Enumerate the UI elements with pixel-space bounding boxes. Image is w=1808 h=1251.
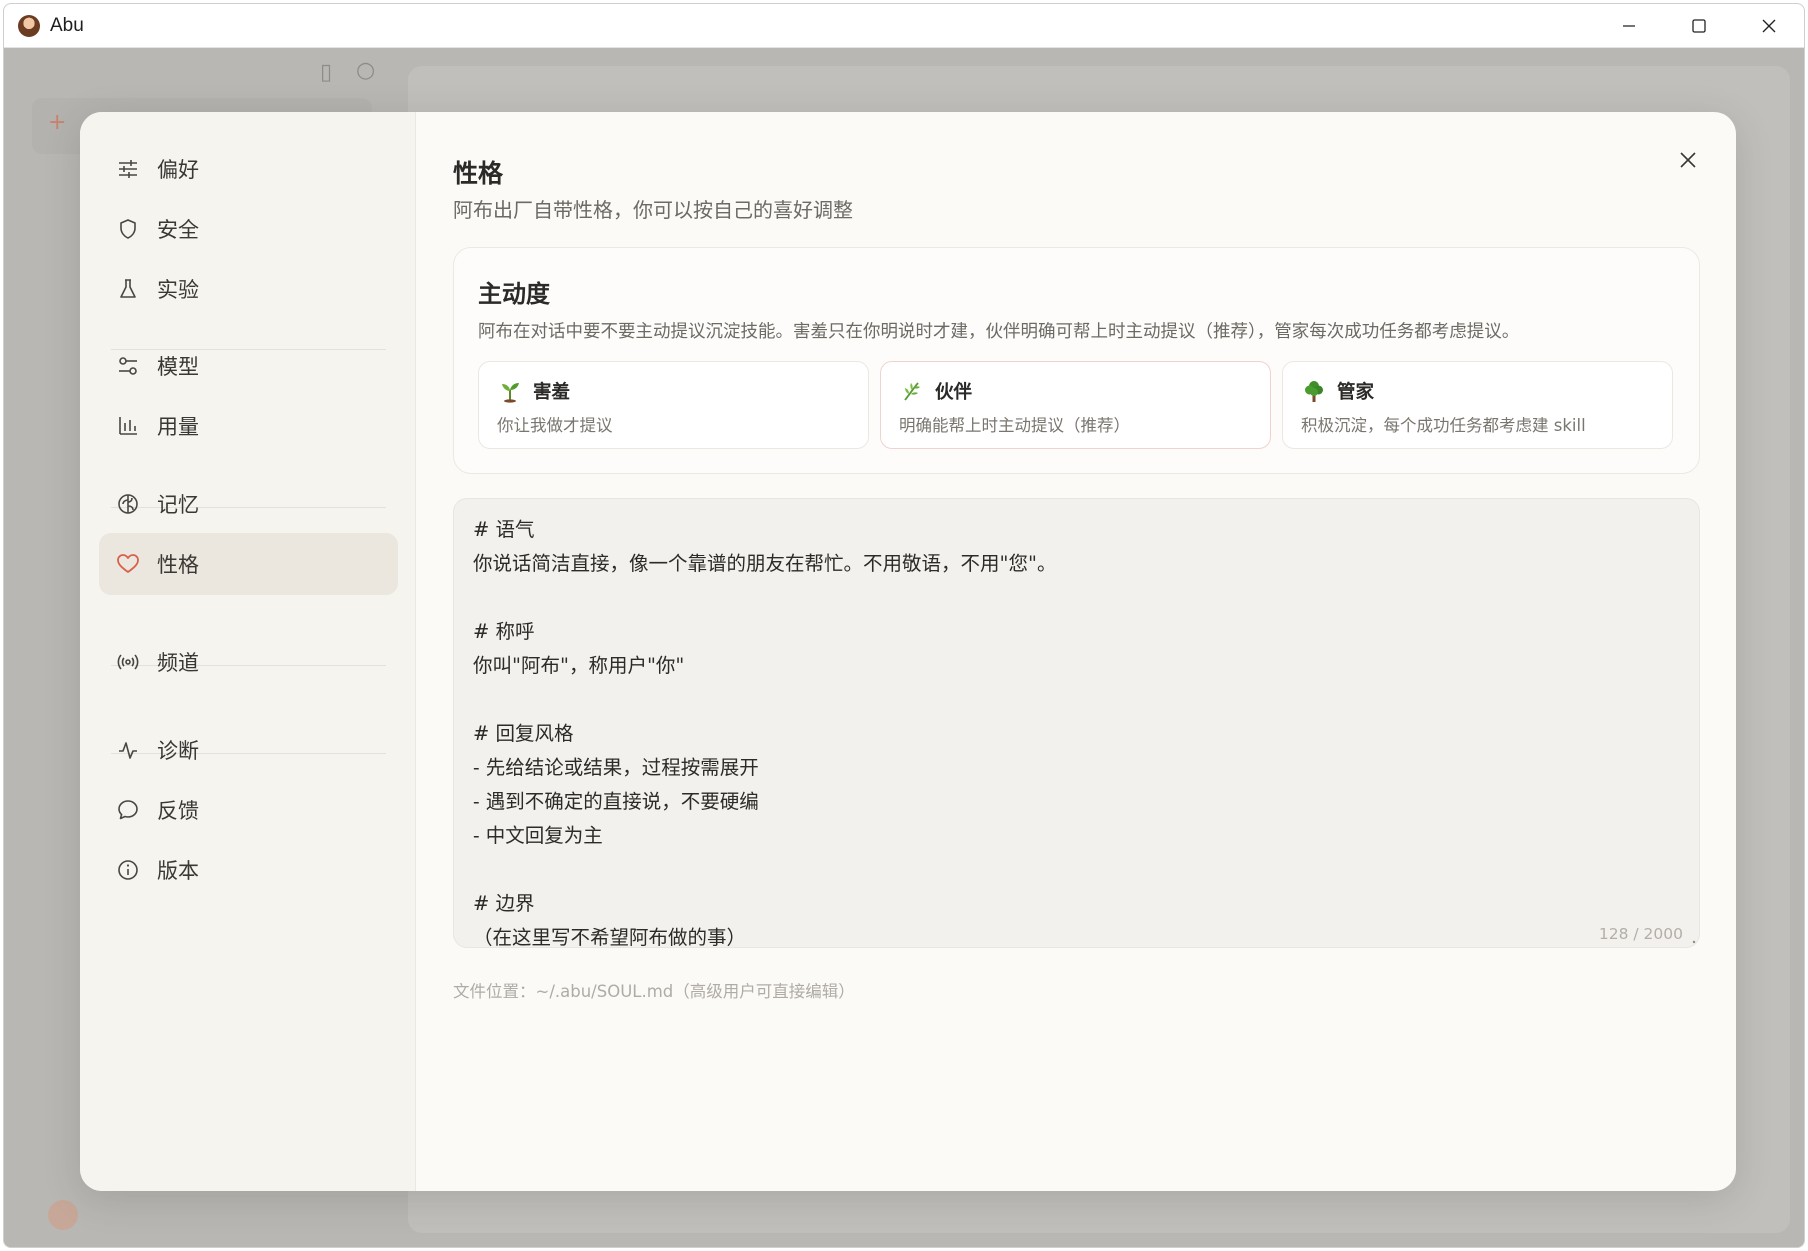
option-description: 你让我做才提议	[497, 416, 613, 435]
close-modal-button[interactable]	[1670, 142, 1706, 178]
editor-content: # 语气你说话简洁直接，像一个靠谱的朋友在帮忙。不用敬语，不用"您"。 # 称呼你…	[473, 513, 1057, 948]
window-controls	[1594, 4, 1804, 48]
nav-item-feedback[interactable]: 反馈	[99, 779, 398, 841]
title-bar: Abu	[4, 4, 1804, 48]
nav-label: 诊断	[157, 739, 199, 763]
personality-page: 性格 阿布出厂自带性格，你可以按自己的喜好调整 主动度 阿布在对话中要不要主动提…	[416, 112, 1736, 1191]
nav-item-channels[interactable]: 频道	[99, 631, 398, 693]
nav-item-personality[interactable]: 性格	[99, 533, 398, 595]
option-description: 积极沉淀，每个成功任务都考虑建 skill	[1301, 416, 1586, 435]
initiative-description: 阿布在对话中要不要主动提议沉淀技能。害羞只在你明说时才建，伙伴明确可帮上时主动提…	[478, 322, 1520, 342]
herb-icon	[899, 378, 925, 404]
editor-line: （在这里写不希望阿布做的事）	[473, 926, 747, 948]
nav-item-model[interactable]: 模型	[99, 335, 398, 397]
chat-bubble-icon	[115, 797, 141, 823]
editor-line: 你叫"阿布"，称用户"你"	[473, 654, 685, 677]
bar-chart-icon	[115, 413, 141, 439]
editor-line: # 回复风格	[473, 722, 574, 745]
nav-label: 反馈	[157, 799, 199, 823]
nav-item-usage[interactable]: 用量	[99, 395, 398, 457]
initiative-option-partner[interactable]: 伙伴 明确能帮上时主动提议（推荐）	[880, 361, 1271, 449]
window-title: Abu	[50, 14, 84, 36]
nav-item-version[interactable]: 版本	[99, 839, 398, 901]
info-icon	[115, 857, 141, 883]
editor-line: 你说话简洁直接，像一个靠谱的朋友在帮忙。不用敬语，不用"您"。	[473, 552, 1057, 575]
close-icon	[1680, 152, 1696, 168]
page-title: 性格	[453, 159, 504, 188]
nav-label: 频道	[157, 651, 199, 675]
nav-label: 记忆	[157, 493, 199, 517]
maximize-button[interactable]	[1664, 4, 1734, 48]
maximize-icon	[1692, 19, 1706, 33]
editor-line: # 称呼	[473, 620, 535, 643]
brain-icon	[115, 491, 141, 517]
background-avatar	[48, 1200, 78, 1230]
app-window: Abu ▯ ○ + 偏好 安全 实验 模型 用量 记忆 性格 频道 诊断 反馈 …	[3, 3, 1805, 1248]
resize-grip-icon[interactable]	[1691, 939, 1697, 945]
app-logo-icon	[18, 14, 40, 37]
nav-item-security[interactable]: 安全	[99, 198, 398, 260]
option-name: 害羞	[533, 382, 571, 403]
character-count: 128 / 2000	[1598, 925, 1683, 943]
seedling-icon	[497, 378, 523, 404]
background-plus-icon: +	[48, 110, 67, 135]
editor-line: - 先给结论或结果，过程按需展开	[473, 756, 759, 779]
nav-label: 模型	[157, 355, 199, 379]
option-name: 伙伴	[935, 382, 973, 403]
broadcast-icon	[115, 649, 141, 675]
option-description: 明确能帮上时主动提议（推荐）	[899, 416, 1130, 435]
nav-label: 版本	[157, 859, 199, 883]
tree-icon	[1301, 378, 1327, 404]
option-name: 管家	[1337, 382, 1375, 403]
nav-item-diagnostics[interactable]: 诊断	[99, 719, 398, 781]
initiative-option-shy[interactable]: 害羞 你让我做才提议	[478, 361, 869, 449]
close-window-button[interactable]	[1734, 4, 1804, 48]
pulse-icon	[115, 737, 141, 763]
personality-editor-textarea[interactable]: # 语气你说话简洁直接，像一个靠谱的朋友在帮忙。不用敬语，不用"您"。 # 称呼你…	[453, 498, 1700, 948]
file-location-hint: 文件位置：~/.abu/SOUL.md（高级用户可直接编辑）	[453, 982, 855, 1001]
nav-item-preferences[interactable]: 偏好	[99, 138, 398, 200]
initiative-title: 主动度	[478, 280, 550, 308]
close-icon	[1762, 19, 1776, 33]
flask-icon	[115, 276, 141, 302]
page-subtitle: 阿布出厂自带性格，你可以按自己的喜好调整	[453, 198, 853, 222]
heart-icon	[115, 551, 141, 577]
shield-icon	[115, 216, 141, 242]
nav-item-experiments[interactable]: 实验	[99, 258, 398, 320]
initiative-option-steward[interactable]: 管家 积极沉淀，每个成功任务都考虑建 skill	[1282, 361, 1673, 449]
editor-line: # 边界	[473, 892, 535, 915]
settings-modal: 偏好 安全 实验 模型 用量 记忆 性格 频道 诊断 反馈 版本 性格 阿布出厂…	[80, 112, 1736, 1191]
nav-label: 用量	[157, 415, 199, 439]
settings-nav: 偏好 安全 实验 模型 用量 记忆 性格 频道 诊断 反馈 版本	[80, 112, 416, 1191]
minimize-icon	[1623, 25, 1635, 27]
model-toggle-icon	[115, 353, 141, 379]
nav-label: 实验	[157, 278, 199, 302]
initiative-card: 主动度 阿布在对话中要不要主动提议沉淀技能。害羞只在你明说时才建，伙伴明确可帮上…	[453, 247, 1700, 474]
minimize-button[interactable]	[1594, 4, 1664, 48]
nav-label: 安全	[157, 218, 199, 242]
editor-line: - 遇到不确定的直接说，不要硬编	[473, 790, 759, 813]
nav-item-memory[interactable]: 记忆	[99, 473, 398, 535]
nav-label: 性格	[157, 553, 199, 577]
background-sidebar-toggle-icon: ▯	[320, 60, 333, 85]
editor-line: # 语气	[473, 518, 535, 541]
editor-line: - 中文回复为主	[473, 824, 603, 847]
sliders-icon	[115, 156, 141, 182]
background-search-icon: ○	[356, 58, 376, 83]
nav-label: 偏好	[157, 158, 199, 182]
